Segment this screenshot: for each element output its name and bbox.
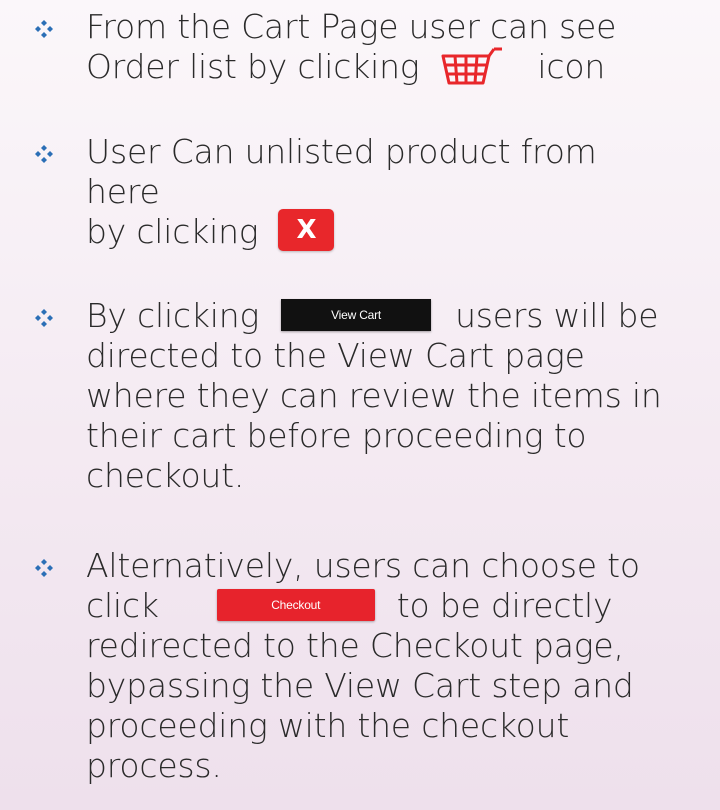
bullet-1-line-1: From the Cart Page user can see: [86, 7, 617, 46]
diamond-bullet-icon: [35, 145, 53, 163]
bullet-4-text-after-button: to be directly: [396, 586, 613, 625]
checkout-button[interactable]: Checkout: [216, 588, 375, 621]
bullet-4-line-2: click Checkout to be directly: [86, 586, 674, 626]
bullet-1-line-2: Order list by clicking icon: [86, 47, 674, 87]
bullet-4-line-3: redirected to the Checkout page,: [86, 626, 624, 665]
remove-x-button[interactable]: X: [278, 208, 335, 251]
diamond-bullet-icon: [35, 309, 53, 327]
bullet-3-line-2: directed to the View Cart page: [86, 336, 585, 375]
bullet-2-text-before-badge: by clicking: [86, 212, 259, 251]
diamond-bullet-icon: [35, 20, 53, 38]
bullet-3-line-3: where they can review the items in: [86, 376, 662, 415]
bullet-1-text-after-icon: icon: [537, 47, 606, 86]
bullet-2-line-1: User Can unlisted product from here: [86, 132, 597, 211]
bullet-4-line-5: proceeding with the checkout: [86, 706, 570, 745]
bullet-4-line-6: process.: [86, 746, 222, 785]
bullet-3-text-before-button: By clicking: [86, 296, 260, 335]
bullet-3-line-1: By clicking View Cart users will be: [86, 296, 674, 336]
bullet-4-line-1: Alternatively, users can choose to: [86, 546, 640, 585]
bullet-3-line-4: their cart before proceeding to: [86, 416, 587, 455]
bullet-4-line-4: bypassing the View Cart step and: [86, 666, 634, 705]
bullet-item-checkout: Alternatively, users can choose to click…: [34, 546, 674, 786]
bullet-3-line-5: checkout.: [86, 456, 245, 495]
bullet-item-order-list: From the Cart Page user can see Order li…: [34, 7, 674, 87]
bullet-item-unlist-product: User Can unlisted product from here by c…: [34, 132, 674, 252]
bullet-1-text-before-icon: Order list by clicking: [86, 47, 420, 86]
bullet-item-view-cart: By clicking View Cart users will be direct…: [34, 296, 674, 496]
shopping-cart-icon[interactable]: [439, 46, 503, 86]
bullet-3-text-after-button: users will be: [455, 296, 659, 335]
bullet-4-text-before-button: click: [86, 586, 159, 625]
diamond-bullet-icon: [35, 559, 53, 577]
view-cart-button[interactable]: View Cart: [281, 298, 432, 331]
bullet-2-line-2: by clicking X: [86, 208, 674, 252]
